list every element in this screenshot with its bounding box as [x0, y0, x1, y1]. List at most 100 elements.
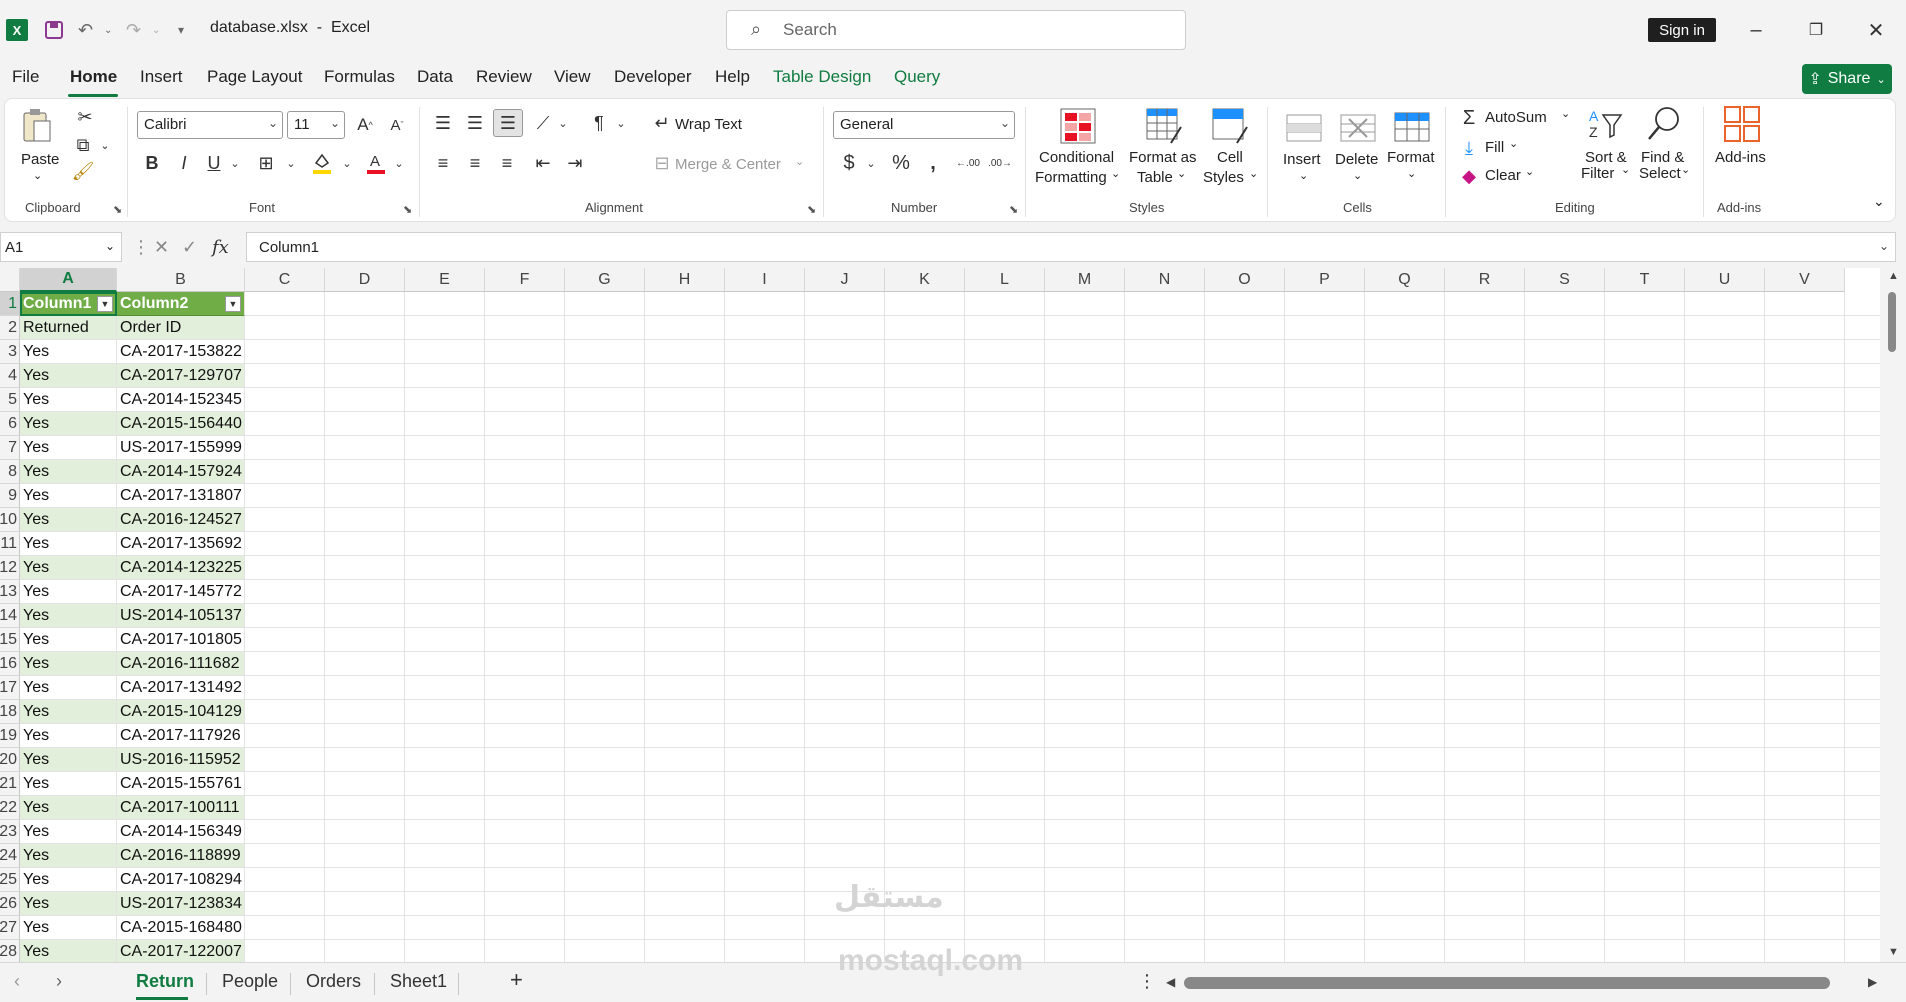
underline-icon[interactable]: U	[203, 151, 225, 175]
format-as-table-icon[interactable]	[1145, 107, 1183, 145]
table-cell[interactable]: CA-2016-111682	[117, 652, 245, 676]
format-cells-label[interactable]: Format	[1387, 149, 1435, 166]
clear-dropdown-icon[interactable]: ⌄	[1525, 165, 1534, 178]
table-cell[interactable]: CA-2017-135692	[117, 532, 245, 556]
column-header[interactable]: V	[1765, 268, 1845, 292]
name-box[interactable]: A1 ⌄	[0, 232, 122, 262]
bold-icon[interactable]: B	[141, 151, 163, 175]
font-name-select[interactable]: Calibri ⌄	[137, 111, 283, 139]
wrap-text-icon[interactable]: ↵	[651, 111, 673, 135]
fill-button[interactable]: Fill	[1485, 139, 1504, 156]
table-cell[interactable]: CA-2017-131807	[117, 484, 245, 508]
find-select-label-1[interactable]: Find &	[1641, 149, 1684, 166]
menu-developer[interactable]: Developer	[614, 67, 692, 87]
table-header-cell[interactable]: Column2 ▼	[117, 292, 245, 316]
collapse-ribbon-icon[interactable]: ⌄	[1873, 193, 1885, 210]
table-cell[interactable]: Yes	[20, 820, 117, 844]
tab-orders[interactable]: Orders	[306, 971, 361, 992]
row-header[interactable]: 3	[0, 340, 20, 364]
delete-cells-label[interactable]: Delete	[1335, 151, 1378, 168]
menu-review[interactable]: Review	[476, 67, 532, 87]
table-cell[interactable]: CA-2014-123225	[117, 556, 245, 580]
sign-in-button[interactable]: Sign in	[1648, 18, 1716, 42]
scroll-up-icon[interactable]: ▲	[1888, 270, 1899, 282]
table-cell[interactable]: CA-2017-108294	[117, 868, 245, 892]
table-cell[interactable]: CA-2017-131492	[117, 676, 245, 700]
table-cell[interactable]: Yes	[20, 484, 117, 508]
text-direction-dropdown-icon[interactable]: ⌄	[615, 111, 627, 135]
column-header[interactable]: U	[1685, 268, 1765, 292]
chevron-down-icon[interactable]: ⌄	[1299, 169, 1308, 182]
italic-icon[interactable]: I	[173, 151, 195, 175]
search-input[interactable]: ⌕ Search	[726, 10, 1186, 50]
table-cell[interactable]: Yes	[20, 724, 117, 748]
insert-cells-icon[interactable]	[1285, 109, 1323, 147]
table-cell[interactable]: Yes	[20, 748, 117, 772]
expand-formula-icon[interactable]: ⌄	[1879, 239, 1889, 253]
row-header[interactable]: 24	[0, 844, 20, 868]
row-header[interactable]: 12	[0, 556, 20, 580]
table-cell[interactable]: Yes	[20, 940, 117, 962]
fill-color-dropdown-icon[interactable]: ⌄	[341, 151, 353, 175]
cut-icon[interactable]: ✂	[73, 105, 97, 129]
table-cell[interactable]: Yes	[20, 772, 117, 796]
scroll-left-icon[interactable]: ◀	[1166, 975, 1175, 989]
column-header[interactable]: C	[245, 268, 325, 292]
table-cell[interactable]: US-2017-123834	[117, 892, 245, 916]
column-header[interactable]: M	[1045, 268, 1125, 292]
table-cell[interactable]: Yes	[20, 700, 117, 724]
table-cell[interactable]: Yes	[20, 436, 117, 460]
row-header[interactable]: 8	[0, 460, 20, 484]
align-top-icon[interactable]: ☰	[431, 111, 455, 135]
row-header[interactable]: 17	[0, 676, 20, 700]
row-header[interactable]: 9	[0, 484, 20, 508]
prev-sheet-icon[interactable]: ‹	[14, 971, 20, 992]
share-button[interactable]: ⇪ Share ⌄	[1802, 64, 1892, 94]
increase-indent-icon[interactable]: ⇥	[563, 151, 587, 175]
table-cell[interactable]: Yes	[20, 652, 117, 676]
row-header[interactable]: 5	[0, 388, 20, 412]
row-header[interactable]: 16	[0, 652, 20, 676]
column-header[interactable]: R	[1445, 268, 1525, 292]
table-cell[interactable]: CA-2017-153822	[117, 340, 245, 364]
table-cell[interactable]: CA-2015-155761	[117, 772, 245, 796]
table-cell[interactable]: US-2016-115952	[117, 748, 245, 772]
tab-people[interactable]: People	[222, 971, 278, 992]
table-cell[interactable]: CA-2015-104129	[117, 700, 245, 724]
orientation-dropdown-icon[interactable]: ⌄	[557, 111, 569, 135]
cell-styles-label-2[interactable]: Styles	[1203, 169, 1244, 186]
row-header[interactable]: 22	[0, 796, 20, 820]
font-size-select[interactable]: 11 ⌄	[287, 111, 345, 139]
insert-cells-label[interactable]: Insert	[1283, 151, 1321, 168]
sort-filter-label-2[interactable]: Filter	[1581, 165, 1614, 182]
column-header[interactable]: J	[805, 268, 885, 292]
chevron-down-icon[interactable]: ⌄	[1111, 167, 1120, 180]
cell-styles-icon[interactable]	[1211, 107, 1249, 145]
table-cell[interactable]: CA-2017-122007	[117, 940, 245, 962]
table-cell[interactable]: Yes	[20, 628, 117, 652]
menu-file[interactable]: File	[12, 67, 39, 87]
row-header[interactable]: 4	[0, 364, 20, 388]
align-bottom-icon[interactable]: ☰	[493, 109, 523, 137]
table-cell[interactable]: US-2017-155999	[117, 436, 245, 460]
conditional-formatting-label-1[interactable]: Conditional	[1039, 149, 1114, 166]
eraser-icon[interactable]: ◆	[1459, 165, 1479, 187]
column-header[interactable]: I	[725, 268, 805, 292]
format-painter-icon[interactable]: 🖌	[71, 159, 95, 183]
table-cell[interactable]: Yes	[20, 508, 117, 532]
row-header[interactable]: 13	[0, 580, 20, 604]
add-ins-icon[interactable]	[1723, 105, 1761, 143]
wrap-text-button[interactable]: Wrap Text	[675, 116, 742, 133]
menu-insert[interactable]: Insert	[140, 67, 183, 87]
undo-icon[interactable]: ↶	[78, 16, 93, 44]
row-header[interactable]: 23	[0, 820, 20, 844]
alignment-launcher-icon[interactable]: ⬊	[807, 203, 816, 216]
menu-home[interactable]: Home	[70, 67, 117, 87]
row-header[interactable]: 6	[0, 412, 20, 436]
number-launcher-icon[interactable]: ⬊	[1009, 203, 1018, 216]
menu-page-layout[interactable]: Page Layout	[207, 67, 302, 87]
row-header[interactable]: 28	[0, 940, 20, 962]
row-header[interactable]: 26	[0, 892, 20, 916]
table-cell[interactable]: CA-2014-152345	[117, 388, 245, 412]
row-header[interactable]: 7	[0, 436, 20, 460]
